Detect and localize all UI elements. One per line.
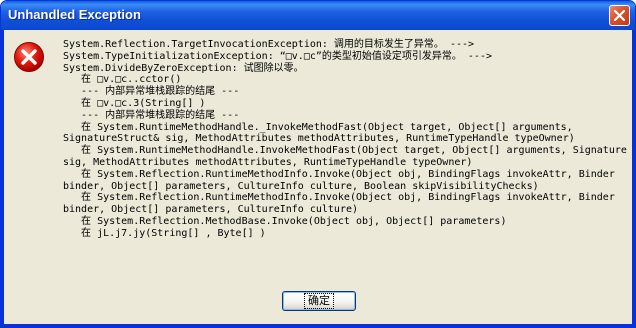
message-line: System.DivideByZeroException: 试图除以零。	[63, 62, 304, 74]
message-line: 在 System.RuntimeMethodHandle.InvokeMetho…	[63, 145, 627, 157]
ok-button-label: 确定	[304, 292, 334, 309]
exception-dialog: Unhandled Exception System.Reflection.Ta…	[0, 0, 636, 328]
message-line: binder, Object[] parameters, CultureInfo…	[63, 180, 539, 192]
message-line: --- 内部异常堆栈跟踪的结尾 ---	[63, 109, 240, 121]
message-line: System.Reflection.TargetInvocationExcept…	[63, 39, 475, 50]
exception-message: System.Reflection.TargetInvocationExcept…	[63, 39, 633, 240]
message-line: 在 System.Reflection.RuntimeMethodInfo.In…	[63, 192, 615, 204]
window-frame-left	[1, 30, 4, 327]
message-line: SignatureStruct& sig, MethodAttributes m…	[63, 133, 575, 145]
close-icon	[614, 10, 625, 21]
title-bar[interactable]: Unhandled Exception	[1, 1, 635, 30]
message-line: binder, Object[] parameters, CultureInfo…	[63, 204, 359, 216]
window-frame-bottom	[1, 324, 635, 327]
message-line: 在 □v.□c.3(String[] )	[63, 97, 206, 109]
message-line: System.TypeInitializationException: “□v.…	[63, 50, 492, 62]
message-line: sig, MethodAttributes methodAttributes, …	[63, 156, 473, 168]
error-icon	[14, 42, 44, 72]
message-line: --- 内部异常堆栈跟踪的结尾 ---	[63, 86, 240, 98]
window-title: Unhandled Exception	[8, 7, 141, 22]
message-line: 在 System.Reflection.RuntimeMethodInfo.In…	[63, 168, 615, 180]
message-line: 在 System.RuntimeMethodHandle._InvokeMeth…	[63, 121, 573, 133]
close-button[interactable]	[609, 5, 630, 26]
message-line: 在 □v.□c..cctor()	[63, 74, 182, 86]
message-line: 在 jL.j7.jy(String[] , Byte[] )	[63, 227, 266, 239]
ok-button[interactable]: 确定	[282, 291, 356, 311]
message-line: 在 System.Reflection.MethodBase.Invoke(Ob…	[63, 215, 507, 227]
